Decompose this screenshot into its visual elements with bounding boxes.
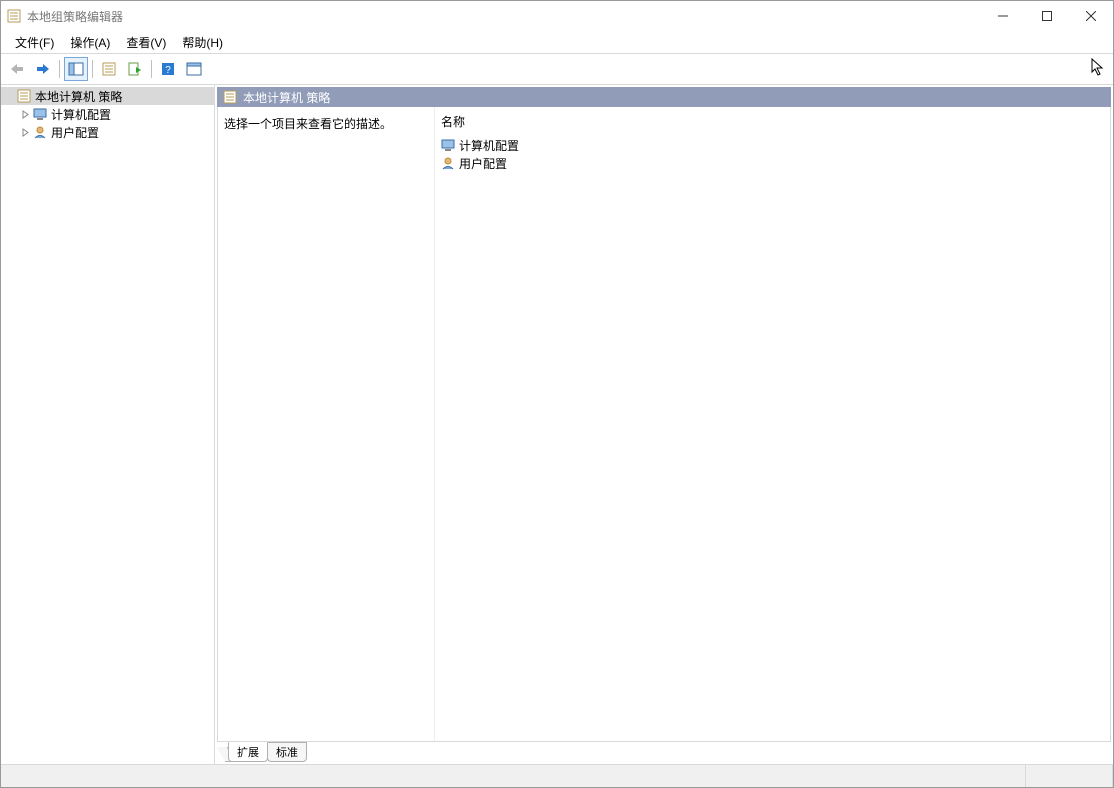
close-button[interactable] xyxy=(1069,1,1113,31)
menu-help[interactable]: 帮助(H) xyxy=(174,32,231,53)
tree-root-local-policy[interactable]: 本地计算机 策略 xyxy=(1,87,214,105)
menu-bar: 文件(F) 操作(A) 查看(V) 帮助(H) xyxy=(1,31,1113,54)
menu-view[interactable]: 查看(V) xyxy=(118,32,174,53)
list-item-label: 用户配置 xyxy=(459,155,507,172)
toolbar-separator xyxy=(92,60,93,78)
tab-extended[interactable]: 扩展 xyxy=(228,742,268,762)
arrow-left-icon xyxy=(9,62,25,76)
toolbar: ? xyxy=(1,54,1113,85)
properties-icon xyxy=(102,62,116,76)
list-item-label: 计算机配置 xyxy=(459,137,519,154)
status-cell-main xyxy=(1,765,1026,787)
computer-icon xyxy=(441,138,455,152)
detail-header-title: 本地计算机 策略 xyxy=(243,89,330,106)
user-icon xyxy=(33,125,47,139)
body-area: 本地计算机 策略 计算机配置 用户配置 xyxy=(1,85,1113,764)
expander-icon[interactable] xyxy=(21,128,33,137)
arrow-right-icon xyxy=(35,62,51,76)
export-button[interactable] xyxy=(123,57,147,81)
nav-back-button[interactable] xyxy=(5,57,29,81)
minimize-icon xyxy=(998,11,1008,21)
policy-doc-icon xyxy=(17,89,31,103)
mouse-cursor xyxy=(1091,58,1105,76)
tree-root-label: 本地计算机 策略 xyxy=(35,88,122,105)
computer-icon xyxy=(33,107,47,121)
toolbar-separator xyxy=(151,60,152,78)
status-bar xyxy=(1,764,1113,787)
expander-icon[interactable] xyxy=(21,110,33,119)
detail-body: 选择一个项目来查看它的描述。 名称 计算机配置 用户配置 xyxy=(217,107,1111,742)
tree-item-label: 用户配置 xyxy=(51,124,99,141)
window-title: 本地组策略编辑器 xyxy=(27,8,123,25)
filter-icon xyxy=(186,62,202,76)
title-bar: 本地组策略编辑器 xyxy=(1,1,1113,31)
show-tree-button[interactable] xyxy=(64,57,88,81)
tree-item-computer-config[interactable]: 计算机配置 xyxy=(1,105,214,123)
list-column[interactable]: 名称 计算机配置 用户配置 xyxy=(435,107,1110,741)
tree-item-user-config[interactable]: 用户配置 xyxy=(1,123,214,141)
close-icon xyxy=(1086,11,1096,21)
description-column: 选择一个项目来查看它的描述。 xyxy=(218,107,435,741)
user-icon xyxy=(441,156,455,170)
maximize-icon xyxy=(1042,11,1052,21)
detail-header: 本地计算机 策略 xyxy=(217,87,1111,107)
tree-item-label: 计算机配置 xyxy=(51,106,111,123)
toolbar-separator xyxy=(59,60,60,78)
list-item-user-config[interactable]: 用户配置 xyxy=(441,154,1110,172)
status-cell-right xyxy=(1026,765,1113,787)
menu-file[interactable]: 文件(F) xyxy=(7,32,62,53)
help-button[interactable]: ? xyxy=(156,57,180,81)
help-icon: ? xyxy=(161,62,175,76)
app-icon xyxy=(7,9,21,23)
description-hint: 选择一个项目来查看它的描述。 xyxy=(224,117,392,131)
detail-pane: 本地计算机 策略 选择一个项目来查看它的描述。 名称 计算机配置 xyxy=(215,85,1113,764)
tab-bar: 扩展 标准 xyxy=(217,742,1111,762)
column-header-name[interactable]: 名称 xyxy=(441,111,1110,136)
tab-standard[interactable]: 标准 xyxy=(267,742,307,762)
nav-forward-button[interactable] xyxy=(31,57,55,81)
policy-doc-icon xyxy=(223,90,237,104)
list-item-computer-config[interactable]: 计算机配置 xyxy=(441,136,1110,154)
app-window: 本地组策略编辑器 文件(F) 操作(A) 查看(V) 帮助(H) xyxy=(0,0,1114,788)
maximize-button[interactable] xyxy=(1025,1,1069,31)
tree-pane-icon xyxy=(68,62,84,76)
menu-action[interactable]: 操作(A) xyxy=(62,32,118,53)
export-icon xyxy=(128,62,142,76)
filter-button[interactable] xyxy=(182,57,206,81)
minimize-button[interactable] xyxy=(981,1,1025,31)
properties-button[interactable] xyxy=(97,57,121,81)
svg-text:?: ? xyxy=(165,65,171,76)
tree-pane[interactable]: 本地计算机 策略 计算机配置 用户配置 xyxy=(1,85,215,764)
